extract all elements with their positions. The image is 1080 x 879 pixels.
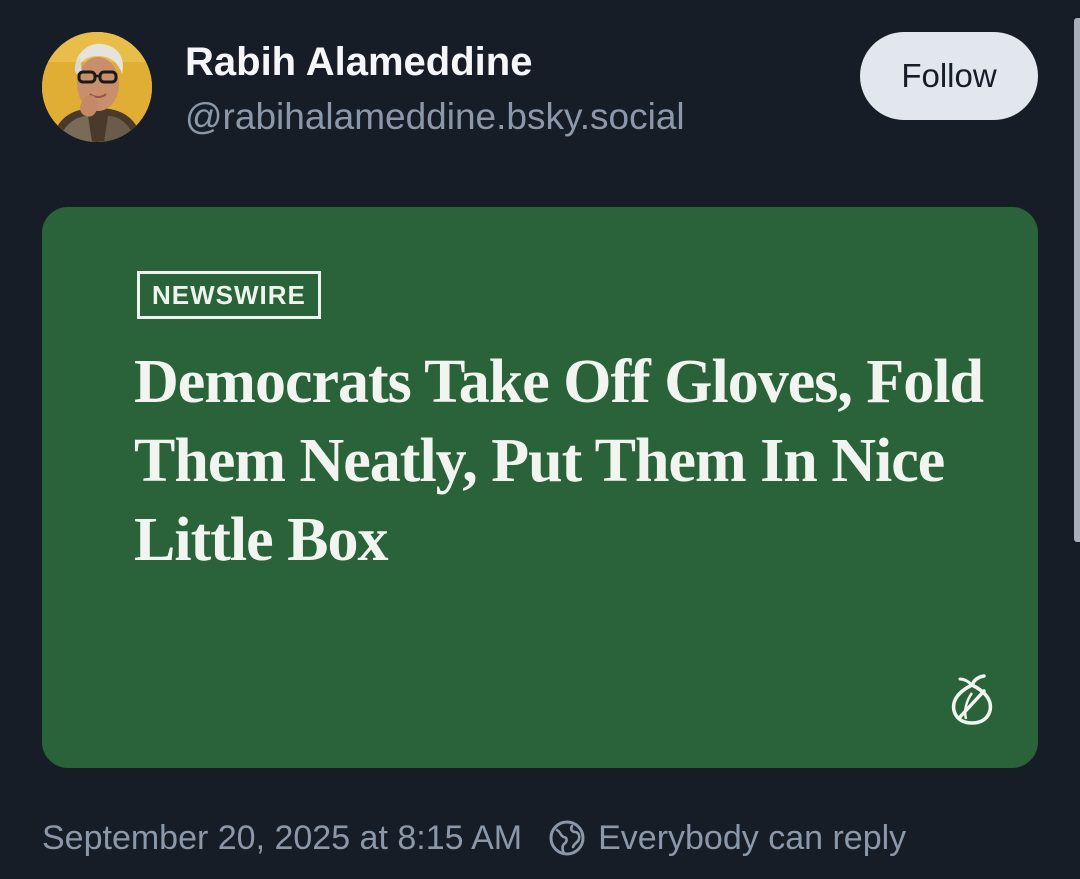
- embedded-image-card[interactable]: NEWSWIRE Democrats Take Off Gloves, Fold…: [42, 207, 1038, 768]
- newswire-label: NEWSWIRE: [137, 271, 321, 319]
- globe-icon: [549, 820, 585, 856]
- author-handle[interactable]: @rabihalameddine.bsky.social: [185, 94, 685, 140]
- post-meta: September 20, 2025 at 8:15 AM Everybody …: [42, 812, 906, 864]
- onion-logo-icon: [951, 674, 993, 725]
- post-timestamp: September 20, 2025 at 8:15 AM: [42, 819, 523, 857]
- author-display-name[interactable]: Rabih Alameddine: [185, 38, 532, 86]
- reply-setting[interactable]: Everybody can reply: [598, 812, 906, 864]
- profile-photo: [42, 32, 152, 142]
- article-headline: Democrats Take Off Gloves, Fold Them Nea…: [134, 348, 984, 574]
- scrollbar[interactable]: [1074, 18, 1080, 542]
- avatar[interactable]: [42, 32, 152, 142]
- follow-button[interactable]: Follow: [860, 32, 1038, 120]
